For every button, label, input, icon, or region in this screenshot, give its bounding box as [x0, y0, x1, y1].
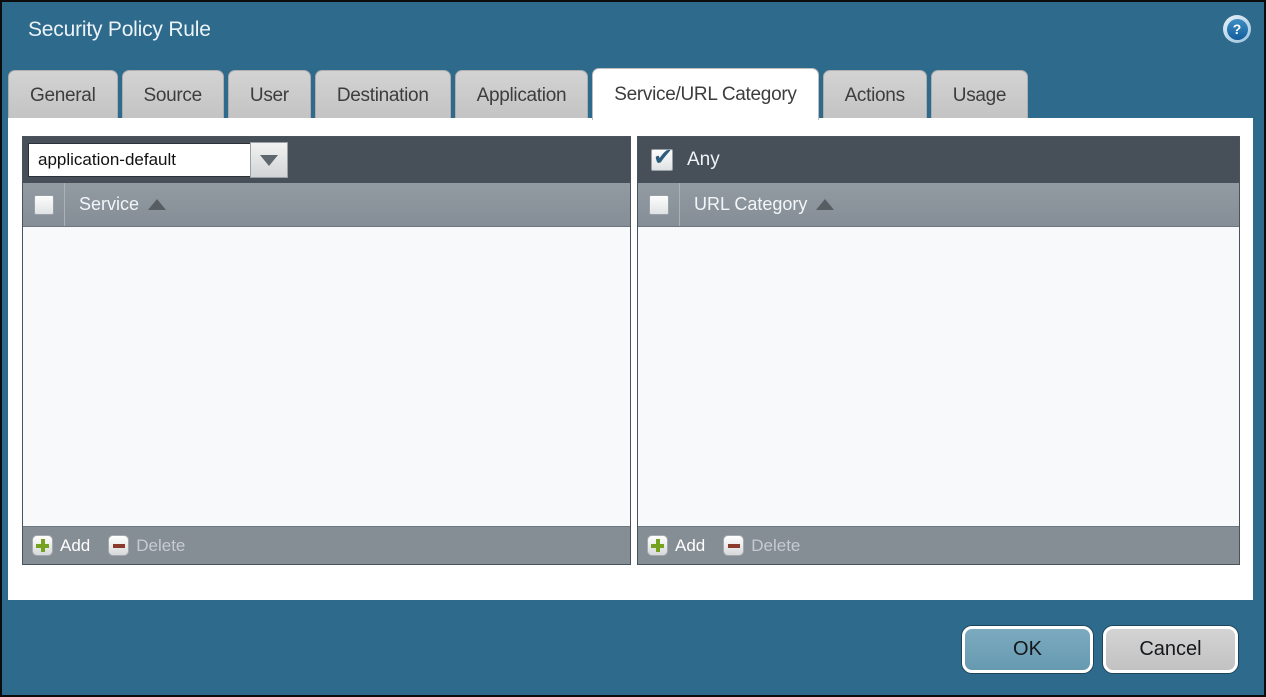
tab-destination[interactable]: Destination — [315, 70, 451, 120]
cancel-button[interactable]: Cancel — [1103, 626, 1238, 673]
plus-icon — [647, 535, 668, 556]
url-category-add-button[interactable]: Add — [647, 535, 705, 556]
service-select-all-checkbox[interactable] — [34, 195, 54, 215]
service-add-button[interactable]: Add — [32, 535, 90, 556]
sort-ascending-icon — [816, 199, 834, 210]
url-category-footer: Add Delete — [638, 526, 1239, 564]
help-icon[interactable]: ? — [1223, 15, 1251, 43]
tab-source[interactable]: Source — [122, 70, 224, 120]
tab-general[interactable]: General — [8, 70, 118, 120]
service-table-header: Service — [23, 183, 630, 227]
minus-icon — [108, 535, 129, 556]
question-mark-icon: ? — [1227, 19, 1248, 40]
url-category-table-header: URL Category — [638, 183, 1239, 227]
url-category-column-header[interactable]: URL Category — [694, 194, 807, 215]
any-checkbox[interactable] — [651, 149, 673, 171]
security-policy-rule-dialog: Security Policy Rule ? GeneralSourceUser… — [0, 0, 1266, 697]
service-type-dropdown-button[interactable] — [250, 142, 288, 178]
delete-button-label: Delete — [136, 536, 185, 556]
service-column-header[interactable]: Service — [79, 194, 139, 215]
url-category-select-all-cell — [638, 183, 680, 226]
any-label: Any — [687, 149, 720, 171]
dialog-content: Service Add Delete Any — [8, 118, 1253, 600]
service-toolbar — [23, 137, 630, 183]
add-button-label: Add — [60, 536, 90, 556]
service-select-all-cell — [23, 183, 65, 226]
url-category-panel: Any URL Category Add Delete — [637, 136, 1240, 565]
sort-ascending-icon — [148, 199, 166, 210]
tab-service-url-category[interactable]: Service/URL Category — [592, 68, 818, 120]
service-panel: Service Add Delete — [22, 136, 631, 565]
service-type-dropdown[interactable] — [28, 142, 288, 178]
any-row: Any — [643, 149, 720, 171]
ok-button[interactable]: OK — [962, 626, 1093, 673]
url-category-list-body[interactable] — [638, 227, 1239, 526]
service-footer: Add Delete — [23, 526, 630, 564]
url-category-toolbar: Any — [638, 137, 1239, 183]
service-type-input[interactable] — [28, 143, 250, 177]
chevron-down-icon — [260, 155, 278, 166]
url-category-select-all-checkbox[interactable] — [649, 195, 669, 215]
tab-application[interactable]: Application — [455, 70, 589, 120]
tab-user[interactable]: User — [228, 70, 311, 120]
tab-bar: GeneralSourceUserDestinationApplicationS… — [8, 68, 1028, 120]
url-category-delete-button[interactable]: Delete — [723, 535, 800, 556]
page-title: Security Policy Rule — [28, 18, 211, 42]
service-delete-button[interactable]: Delete — [108, 535, 185, 556]
plus-icon — [32, 535, 53, 556]
add-button-label: Add — [675, 536, 705, 556]
tab-actions[interactable]: Actions — [823, 70, 927, 120]
minus-icon — [723, 535, 744, 556]
tab-usage[interactable]: Usage — [931, 70, 1028, 120]
delete-button-label: Delete — [751, 536, 800, 556]
service-list-body[interactable] — [23, 227, 630, 526]
